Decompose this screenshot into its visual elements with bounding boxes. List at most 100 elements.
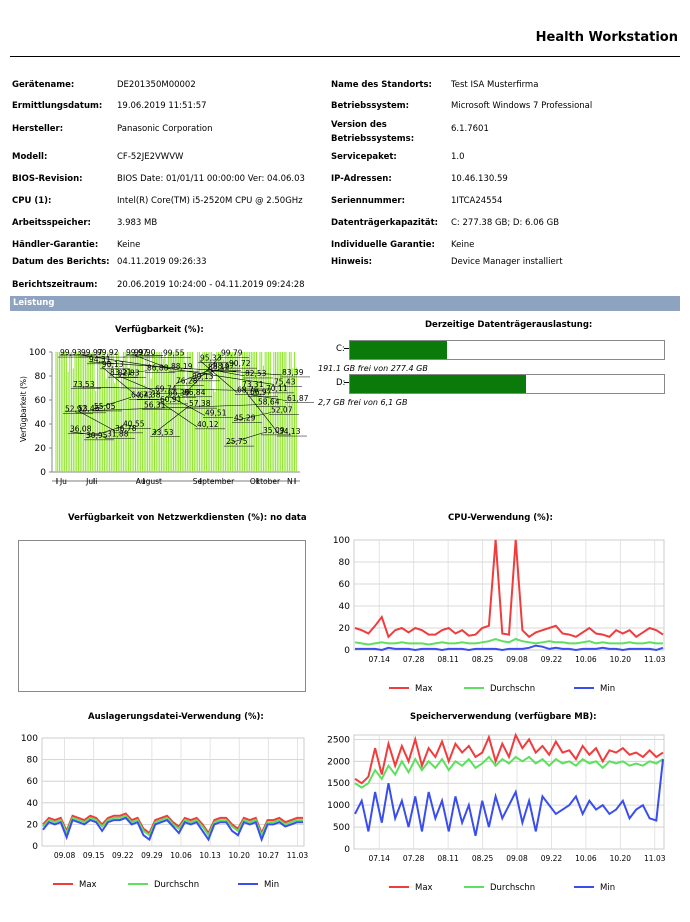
x-tick-label: Juli	[85, 477, 97, 486]
disk-c-bar	[349, 340, 665, 360]
info-right-value: Device Manager installiert	[451, 257, 563, 267]
info-right-value: 10.46.130.59	[451, 174, 508, 184]
info-left-label: Berichtszeitraum:	[12, 280, 98, 290]
x-tick-label: September	[193, 477, 235, 486]
x-tick-label: 09.08	[506, 655, 528, 664]
pagefile-chart-title: Auslagerungsdatei-Verwendung (%):	[88, 712, 264, 722]
disk-d-fill	[350, 375, 526, 393]
info-left-value: 20.06.2019 10:24:00 - 04.11.2019 09:24:2…	[117, 280, 305, 290]
info-right-value: 1ITCA24554	[451, 196, 503, 206]
availability-annotation: 88,67	[213, 362, 235, 371]
network-availability-title: Verfügbarkeit von Netzwerkdiensten (%): …	[68, 513, 307, 523]
network-availability-empty-box	[18, 540, 306, 692]
y-tick-label: 0	[344, 646, 350, 656]
disk-d-label: D:	[336, 378, 346, 388]
info-right-value: C: 277.38 GB; D: 6.06 GB	[451, 218, 560, 228]
legend-label-max: Max	[415, 684, 433, 694]
x-tick-label: 07.28	[403, 655, 425, 664]
y-tick-label: 20	[35, 444, 47, 454]
availability-annotation: 99,97	[126, 348, 148, 357]
info-left-value: 3.983 MB	[117, 218, 158, 228]
disk-usage-title: Derzeitige Datenträgerauslastung:	[425, 320, 593, 330]
y-tick-label: 40	[27, 799, 39, 809]
info-left-label: Gerätename:	[12, 80, 75, 90]
info-right-label: Datenträgerkapazität:	[331, 218, 439, 228]
y-tick-label: 60	[35, 396, 47, 406]
cpu-chart: 0 20 40 60 80 100 07.14 07.28 08.11 08.25 09.08 09.…	[333, 536, 666, 694]
info-left-label: Arbeitsspeicher:	[12, 218, 91, 228]
x-tick-label: 07.14	[368, 854, 390, 863]
x-tick-label: 10.06	[170, 851, 192, 860]
x-tick-label: 07.14	[368, 655, 390, 664]
availability-annotation: 83,21	[110, 368, 132, 377]
info-right-value: Microsoft Windows 7 Professional	[451, 101, 593, 111]
info-right-label: Name des Standorts:	[331, 80, 432, 90]
legend-label-min: Min	[600, 883, 615, 893]
info-right-value: Keine	[451, 240, 475, 250]
x-tick-label: 09.22	[541, 854, 563, 863]
disk-d-note: 2,7 GB frei von 6,1 GB	[318, 398, 408, 407]
y-tick-label: 0	[344, 845, 350, 855]
x-tick-label: 07.28	[403, 854, 425, 863]
availability-annotation: 99,93	[60, 348, 82, 357]
legend-label-avg: Durchschn	[490, 684, 535, 694]
x-tick-label: 08.11	[437, 854, 459, 863]
info-left-label: Hersteller:	[12, 124, 64, 134]
x-tick-label: 11.03	[644, 854, 666, 863]
info-left-value: 04.11.2019 09:26:33	[117, 257, 207, 267]
y-tick-label: 80	[339, 558, 351, 568]
x-tick-label: 09.15	[83, 851, 105, 860]
legend-label-max: Max	[415, 883, 433, 893]
y-tick-label: 1500	[327, 779, 350, 789]
x-tick-label: 10.06	[575, 854, 597, 863]
availability-annotation: 99,79	[221, 348, 243, 357]
y-tick-label: 60	[27, 777, 39, 787]
x-tick-label: 09.08	[506, 854, 528, 863]
info-right-label: Servicepaket:	[331, 152, 397, 162]
info-left-label: Händler-Garantie:	[12, 240, 99, 250]
info-right-label: IP-Adressen:	[331, 174, 392, 184]
x-tick-label: 10.06	[575, 655, 597, 664]
info-right-value: Test ISA Musterfirma	[451, 80, 539, 90]
x-tick-label: 11.03	[287, 851, 309, 860]
section-bar-performance: Leistung	[10, 296, 680, 311]
info-right-label: Individuelle Garantie:	[331, 240, 435, 250]
info-left-label: BIOS-Revision:	[12, 174, 83, 184]
legend-label-min: Min	[600, 684, 615, 694]
availability-annotation: 49,51	[205, 409, 227, 418]
info-left-value: Panasonic Corporation	[117, 124, 213, 134]
availability-annotation: 40,12	[197, 420, 219, 429]
availability-chart: 020406080100Verfügbarkeit (%)99,93 99,92 9…	[19, 348, 314, 486]
x-tick-label: 09.22	[112, 851, 134, 860]
info-right-label: Hinweis:	[331, 257, 373, 267]
info-left-value: CF-52JE2VWVW	[117, 152, 184, 162]
memory-chart-title: Speicherverwendung (verfügbare MB):	[410, 712, 597, 722]
availability-annotation: 31,88	[107, 430, 129, 439]
x-tick-label: 09.22	[541, 655, 563, 664]
info-right-value: 6.1.7601	[451, 124, 489, 134]
x-tick-label: 11.03	[644, 655, 666, 664]
x-tick-label: Oktober	[250, 477, 281, 486]
x-tick-label: 10.20	[610, 655, 632, 664]
y-tick-label: 100	[29, 348, 46, 358]
y-tick-label: 0	[32, 842, 38, 852]
info-left-label: Ermittlungsdatum:	[12, 101, 103, 111]
info-right-label: Seriennummer:	[331, 196, 405, 206]
disk-c-note: 191.1 GB frei von 277.4 GB	[318, 364, 428, 373]
cpu-chart-title: CPU-Verwendung (%):	[448, 513, 553, 523]
availability-chart-title: Verfügbarkeit (%):	[115, 325, 204, 335]
availability-annotation: 86,88	[147, 364, 169, 373]
info-left-value: DE201350M00002	[117, 80, 196, 90]
y-tick-label: 80	[27, 756, 39, 766]
availability-annotation: 61,87	[287, 394, 309, 403]
y-tick-label: 2000	[327, 757, 350, 767]
y-axis-label: Verfügbarkeit (%)	[19, 376, 28, 442]
x-tick-label: 10.20	[610, 854, 632, 863]
legend-label-avg: Durchschn	[490, 883, 535, 893]
y-tick-label: 0	[40, 468, 46, 478]
x-tick-label: 10.27	[258, 851, 280, 860]
info-left-label: Modell:	[12, 152, 48, 162]
info-left-label: CPU (1):	[12, 196, 52, 206]
x-tick-label: 09.08	[54, 851, 76, 860]
legend-label-max: Max	[79, 880, 97, 890]
